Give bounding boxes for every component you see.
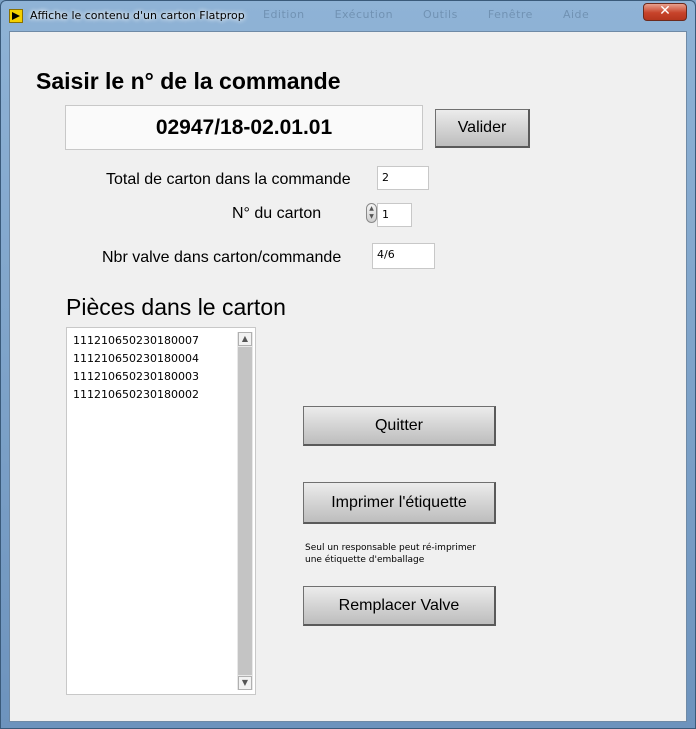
total-cartons-field[interactable]: 2: [377, 166, 429, 190]
carton-number-field[interactable]: 1: [377, 203, 412, 227]
pieces-listbox[interactable]: 111210650230180007 111210650230180004 11…: [66, 327, 256, 695]
valve-count-field[interactable]: 4/6: [372, 243, 435, 269]
scroll-down-icon[interactable]: ▼: [238, 676, 252, 690]
print-label-button-label: Imprimer l'étiquette: [331, 494, 467, 511]
print-label-button[interactable]: Imprimer l'étiquette: [303, 482, 496, 524]
pieces-list: 111210650230180007 111210650230180004 11…: [73, 332, 199, 404]
list-item[interactable]: 111210650230180003: [73, 368, 199, 386]
pieces-scrollbar[interactable]: ▲ ▼: [237, 332, 253, 690]
window-title: Affiche le contenu d'un carton Flatprop: [30, 9, 245, 22]
order-heading: Saisir le n° de la commande: [36, 68, 341, 94]
reprint-note-line2: une étiquette d'emballage: [305, 555, 425, 565]
quit-button-label: Quitter: [374, 417, 423, 434]
replace-valve-button[interactable]: Remplacer Valve: [303, 586, 496, 626]
ghost-menu-item: Outils: [423, 8, 458, 21]
replace-valve-button-label: Remplacer Valve: [338, 597, 460, 614]
title-bar[interactable]: Affiche le contenu d'un carton Flatprop …: [1, 1, 695, 31]
ghost-menu-item: Edition: [263, 8, 305, 21]
valve-count-label: Nbr valve dans carton/commande: [102, 249, 342, 266]
validate-button-label: Valider: [457, 119, 507, 136]
list-item[interactable]: 111210650230180004: [73, 350, 199, 368]
close-icon: ✕: [659, 3, 671, 19]
client-area: Saisir le n° de la commande 02947/18-02.…: [9, 31, 687, 722]
list-item[interactable]: 111210650230180007: [73, 332, 199, 350]
arrow-up-icon[interactable]: ▲: [368, 205, 375, 213]
arrow-down-icon[interactable]: ▼: [368, 213, 375, 221]
order-number-field[interactable]: 02947/18-02.01.01: [65, 105, 423, 150]
carton-number-label: N° du carton: [232, 205, 322, 222]
quit-button[interactable]: Quitter: [303, 406, 496, 446]
carton-number-spinner[interactable]: ▲ ▼: [366, 203, 377, 223]
reprint-note: Seul un responsable peut ré-imprimer une…: [305, 542, 476, 566]
pieces-title: Pièces dans le carton: [66, 294, 286, 320]
scroll-up-icon[interactable]: ▲: [238, 332, 252, 346]
validate-button[interactable]: Valider: [435, 109, 530, 148]
ghost-menu-bar: Edition Exécution Outils Fenêtre Aide: [263, 8, 615, 21]
list-item[interactable]: 111210650230180002: [73, 386, 199, 404]
reprint-note-line1: Seul un responsable peut ré-imprimer: [305, 543, 476, 553]
ghost-menu-item: Aide: [562, 8, 590, 21]
ghost-menu-item: Fenêtre: [487, 8, 533, 21]
play-arrow-icon: [12, 12, 20, 20]
app-icon[interactable]: [9, 9, 23, 23]
app-window: Affiche le contenu d'un carton Flatprop …: [0, 0, 696, 729]
ghost-menu-item: Exécution: [334, 8, 394, 21]
scroll-track[interactable]: [238, 347, 252, 675]
close-button[interactable]: ✕: [643, 3, 687, 21]
total-cartons-label: Total de carton dans la commande: [106, 171, 351, 188]
